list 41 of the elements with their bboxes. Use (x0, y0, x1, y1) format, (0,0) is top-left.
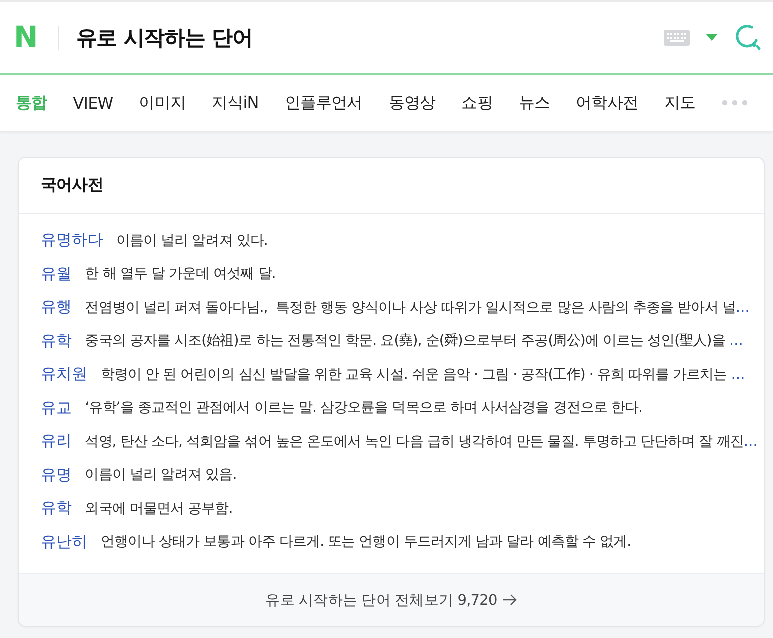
more-link[interactable]: … (736, 300, 750, 316)
word-link[interactable]: 유명하다 (41, 230, 104, 252)
view-all-button[interactable]: 유로 시작하는 단어 전체보기 9,720 (19, 573, 764, 626)
word-definition: 전염병이 널리 퍼져 돌아다님., 특정한 행동 양식이나 사상 따위가 일시적으로 많은 사람의 추종을 받아서 널 (85, 298, 736, 317)
arrow-right-icon (503, 594, 518, 606)
search-tab[interactable]: 인플루언서 (284, 92, 363, 114)
search-tab[interactable]: 이미지 (139, 92, 186, 114)
search-tab[interactable]: 어학사전 (576, 92, 638, 114)
word-definition: 이름이 널리 알려져 있다. (116, 232, 268, 250)
word-definition: 외국에 머물면서 공부함. (85, 500, 233, 518)
card-title: 국어사전 (41, 175, 104, 196)
search-tab[interactable]: 지식iN (212, 92, 259, 114)
word-definition: 언행이나 상태가 보통과 아주 다르게. 또는 언행이 두드러지게 남과 달라 예측할 수 없게. (100, 533, 632, 552)
word-definition: 석영, 탄산 소다, 석회암을 섞어 높은 온도에서 녹인 다음 급히 냉각하여 만든 물질. 투명하고 단단하며 잘 깨진 (85, 432, 744, 451)
more-link[interactable]: … (731, 366, 746, 383)
search-field[interactable]: 유로 시작하는 단어 (76, 26, 664, 50)
word-link[interactable]: 유치원 (41, 364, 88, 386)
search-tab[interactable]: 지도 (664, 92, 696, 114)
word-definition: 한 해 열두 달 가운데 여섯째 달. (85, 265, 276, 284)
word-link[interactable]: 유명 (41, 464, 72, 486)
search-tab[interactable]: 뉴스 (518, 92, 550, 114)
word-link[interactable]: 유난히 (41, 532, 88, 553)
more-link[interactable]: … (729, 333, 744, 350)
word-definition: 중국의 공자를 시조(始祖)로 하는 전통적인 학문. 요(堯), 순(舜)으로부터 주공(周公)에 이르는 성인(聖人)을 (85, 332, 726, 350)
more-icon[interactable] (722, 100, 748, 106)
keyboard-icon[interactable] (664, 30, 690, 46)
caret-icon[interactable] (706, 34, 718, 41)
word-link[interactable]: 유교 (41, 398, 72, 419)
search-tab[interactable]: 쇼핑 (462, 92, 493, 114)
word-definition: 학령이 안 된 어린이의 심신 발달을 위한 교육 시설. 쉬운 음악 · 그림 · 공작(工作) · 유희 따위를 가르치는 (100, 366, 728, 384)
search-icon[interactable] (734, 24, 761, 51)
more-link[interactable]: … (744, 434, 758, 450)
word-link[interactable]: 유학 (41, 498, 72, 520)
search-tab[interactable]: VIEW (73, 94, 114, 112)
search-tab[interactable]: 동영상 (388, 92, 436, 114)
word-link[interactable]: 유학 (41, 330, 72, 352)
word-definition: 이름이 널리 알려져 있음. (85, 466, 237, 484)
word-link[interactable]: 유월 (41, 264, 72, 285)
word-link[interactable]: 유행 (41, 297, 72, 318)
word-definition: ‘유학’을 종교적인 관점에서 이르는 말. 삼강오륜을 덕목으로 하며 사서삼경을 경전으로 한다. (85, 399, 643, 418)
word-link[interactable]: 유리 (41, 431, 72, 452)
